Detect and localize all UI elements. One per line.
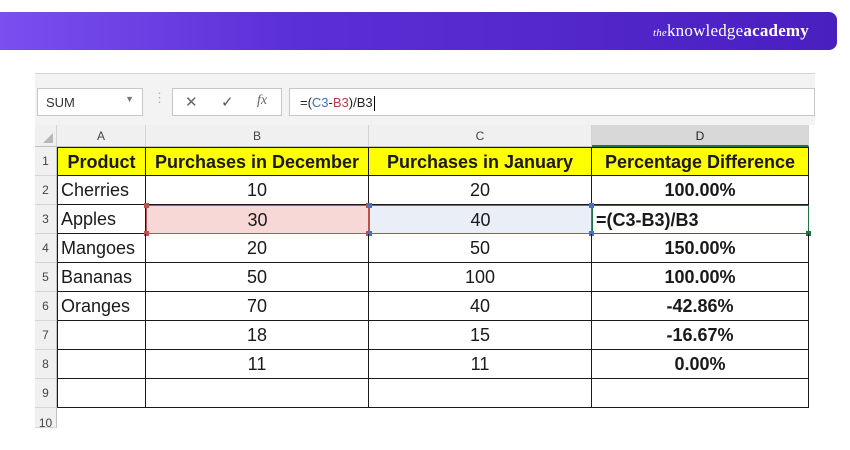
column-header-a[interactable]: A bbox=[57, 125, 146, 147]
row-header-8[interactable]: 8 bbox=[35, 350, 57, 379]
row-header-10[interactable]: 10 bbox=[35, 408, 57, 428]
cell-a4[interactable]: Mangoes bbox=[57, 234, 146, 263]
cell-b5[interactable]: 50 bbox=[146, 263, 369, 292]
cell-a9[interactable] bbox=[57, 379, 146, 408]
header-cell-a[interactable]: Product bbox=[57, 147, 146, 176]
row-header-6[interactable]: 6 bbox=[35, 292, 57, 321]
insert-function-icon[interactable]: fx bbox=[257, 93, 267, 109]
cell-b6[interactable]: 70 bbox=[146, 292, 369, 321]
cell-c4[interactable]: 50 bbox=[369, 234, 592, 263]
cell-b7[interactable]: 18 bbox=[146, 321, 369, 350]
formula-ref-c3: C3 bbox=[311, 95, 329, 110]
cell-a6[interactable]: Oranges bbox=[57, 292, 146, 321]
select-all-corner[interactable] bbox=[35, 125, 57, 147]
row-header-9[interactable]: 9 bbox=[35, 379, 57, 408]
cell-b3[interactable]: 30 bbox=[146, 205, 369, 234]
cell-a7[interactable] bbox=[57, 321, 146, 350]
cell-b8[interactable]: 11 bbox=[146, 350, 369, 379]
formula-ref-b3: B3 bbox=[332, 95, 349, 110]
formula-buttons: ✕ ✓ fx bbox=[172, 88, 282, 116]
cell-d3[interactable]: =(C3-B3)/B3 bbox=[592, 205, 809, 234]
cell-d6[interactable]: -42.86% bbox=[592, 292, 809, 321]
header-cell-d[interactable]: Percentage Difference bbox=[592, 147, 809, 176]
cancel-icon[interactable]: ✕ bbox=[185, 93, 198, 111]
header-cell-c[interactable]: Purchases in January bbox=[369, 147, 592, 176]
row-header-1[interactable]: 1 bbox=[35, 147, 57, 176]
cell-d9[interactable] bbox=[592, 379, 809, 408]
text-cursor bbox=[373, 96, 375, 112]
formula-input[interactable]: =(C3-B3)/B3 bbox=[289, 88, 815, 116]
cell-c8[interactable]: 11 bbox=[369, 350, 592, 379]
cell-d4[interactable]: 150.00% bbox=[592, 234, 809, 263]
brand-prefix: the bbox=[652, 27, 667, 39]
grip-icon: ⋮ bbox=[153, 90, 166, 105]
cell-a5[interactable]: Bananas bbox=[57, 263, 146, 292]
range-handle[interactable] bbox=[589, 203, 594, 208]
cell-c5[interactable]: 100 bbox=[369, 263, 592, 292]
row-header-7[interactable]: 7 bbox=[35, 321, 57, 350]
brand-banner: theknowledgeacademy bbox=[0, 12, 837, 50]
formula-text: =(C3-B3)/B3 bbox=[300, 95, 375, 112]
header-cell-b[interactable]: Purchases in December bbox=[146, 147, 369, 176]
cell-c9[interactable] bbox=[369, 379, 592, 408]
brand-suffix: academy bbox=[743, 21, 809, 40]
brand-logo: theknowledgeacademy bbox=[653, 21, 809, 41]
cell-c7[interactable]: 15 bbox=[369, 321, 592, 350]
cell-a2[interactable]: Cherries bbox=[57, 176, 146, 205]
cell-b2[interactable]: 10 bbox=[146, 176, 369, 205]
cell-d2[interactable]: 100.00% bbox=[592, 176, 809, 205]
name-box[interactable]: SUM ▼ bbox=[37, 88, 143, 116]
row-header-3[interactable]: 3 bbox=[35, 205, 57, 234]
column-header-b[interactable]: B bbox=[146, 125, 369, 147]
cell-d7[interactable]: -16.67% bbox=[592, 321, 809, 350]
column-header-d[interactable]: D bbox=[592, 125, 809, 147]
row-header-5[interactable]: 5 bbox=[35, 263, 57, 292]
cell-b4[interactable]: 20 bbox=[146, 234, 369, 263]
name-box-value: SUM bbox=[46, 95, 75, 110]
formula-bar: SUM ▼ ⋮ ✕ ✓ fx =(C3-B3)/B3 bbox=[35, 73, 815, 125]
range-handle[interactable] bbox=[367, 203, 372, 208]
cell-d8[interactable]: 0.00% bbox=[592, 350, 809, 379]
range-handle[interactable] bbox=[144, 203, 149, 208]
enter-icon[interactable]: ✓ bbox=[221, 93, 234, 111]
cell-a8[interactable] bbox=[57, 350, 146, 379]
row-header-2[interactable]: 2 bbox=[35, 176, 57, 205]
cell-b9[interactable] bbox=[146, 379, 369, 408]
cell-c3[interactable]: 40 bbox=[369, 205, 592, 234]
chevron-down-icon[interactable]: ▼ bbox=[125, 94, 134, 104]
row-header-4[interactable]: 4 bbox=[35, 234, 57, 263]
column-header-c[interactable]: C bbox=[369, 125, 592, 147]
spreadsheet: SUM ▼ ⋮ ✕ ✓ fx =(C3-B3)/B3 A B C D 12345… bbox=[35, 73, 815, 428]
cell-c2[interactable]: 20 bbox=[369, 176, 592, 205]
cell-c6[interactable]: 40 bbox=[369, 292, 592, 321]
brand-name: knowledge bbox=[666, 21, 744, 40]
cell-a3[interactable]: Apples bbox=[57, 205, 146, 234]
cell-d5[interactable]: 100.00% bbox=[592, 263, 809, 292]
